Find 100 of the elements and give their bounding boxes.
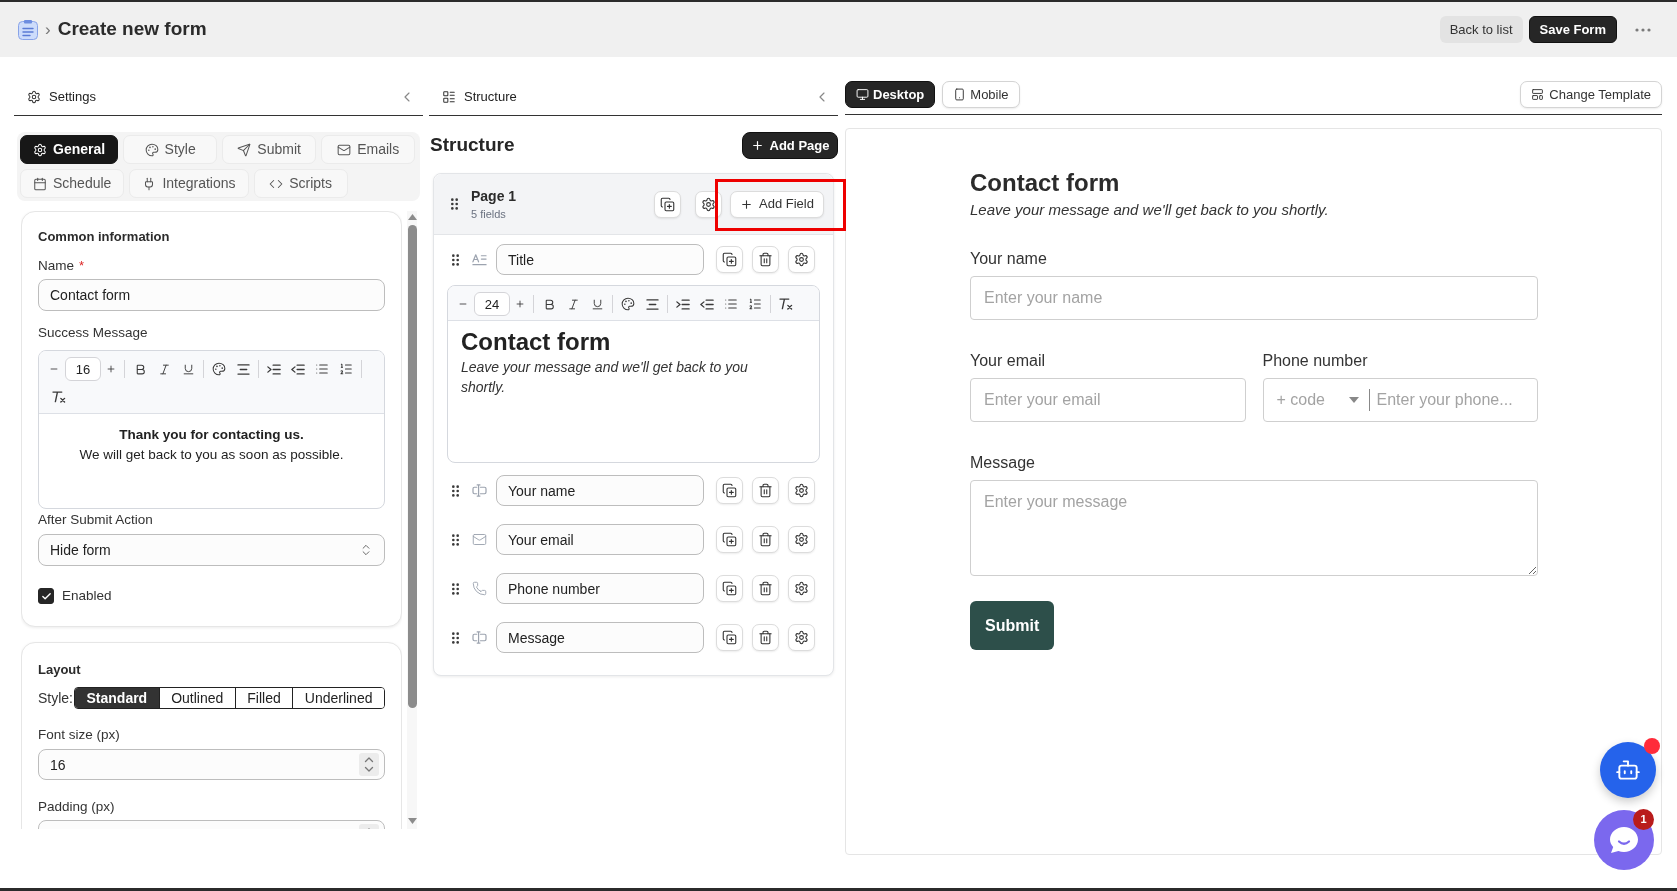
outdent-icon[interactable] bbox=[291, 363, 305, 375]
field-name-input[interactable]: Your name bbox=[496, 475, 704, 506]
bullet-list-icon[interactable] bbox=[315, 362, 329, 376]
duplicate-button[interactable] bbox=[716, 477, 743, 504]
palette-icon[interactable] bbox=[621, 297, 635, 311]
field-settings-button[interactable] bbox=[788, 246, 815, 273]
scroll-down-arrow-icon[interactable] bbox=[407, 818, 417, 824]
style-option[interactable]: Underlined bbox=[292, 688, 384, 709]
name-input[interactable]: Contact form bbox=[38, 279, 385, 311]
settings-tab[interactable]: Integrations bbox=[129, 169, 249, 198]
field-settings-button[interactable] bbox=[788, 526, 815, 553]
outdent-icon[interactable] bbox=[700, 298, 714, 310]
field-count: 5 fields bbox=[471, 207, 507, 221]
after-submit-select[interactable]: Hide form bbox=[38, 534, 385, 566]
clear-formatting-icon[interactable] bbox=[779, 298, 793, 310]
field-name-input[interactable]: Message bbox=[496, 622, 704, 653]
smartphone-icon bbox=[953, 88, 967, 101]
settings-icon bbox=[794, 630, 809, 645]
duplicate-button[interactable] bbox=[716, 246, 743, 273]
numbered-list-icon[interactable] bbox=[339, 362, 353, 376]
text-input[interactable]: Enter your name bbox=[970, 276, 1538, 320]
italic-icon[interactable] bbox=[157, 362, 171, 376]
envelope-icon bbox=[472, 532, 487, 547]
section-heading: Structure bbox=[430, 133, 515, 158]
envelope-icon bbox=[337, 142, 352, 157]
phone-input[interactable]: Enter your phone... bbox=[1369, 380, 1533, 420]
scrollbar[interactable] bbox=[407, 211, 417, 829]
indent-icon[interactable] bbox=[267, 363, 281, 375]
view-tab[interactable]: Mobile bbox=[942, 81, 1020, 108]
delete-button[interactable] bbox=[752, 575, 779, 602]
add-field-button[interactable]: Add Field bbox=[730, 190, 824, 218]
font-size-input[interactable]: 16 bbox=[38, 749, 385, 781]
clear-formatting-icon[interactable] bbox=[52, 391, 66, 403]
scrollbar-thumb[interactable] bbox=[407, 225, 417, 708]
layout-template-icon bbox=[1531, 88, 1545, 101]
form-app-icon bbox=[18, 19, 38, 40]
scroll-up-arrow-icon[interactable] bbox=[407, 214, 417, 220]
indent-icon[interactable] bbox=[676, 298, 690, 310]
trash-icon bbox=[758, 630, 773, 645]
settings-tab[interactable]: Emails bbox=[321, 135, 416, 164]
field-settings-button[interactable] bbox=[788, 624, 815, 651]
font-size-input[interactable]: 16 bbox=[65, 357, 101, 381]
more-icon[interactable] bbox=[1635, 27, 1651, 32]
copy-plus-icon bbox=[660, 196, 675, 212]
list-layout-icon bbox=[442, 89, 456, 104]
delete-button[interactable] bbox=[752, 526, 779, 553]
align-center-icon[interactable] bbox=[645, 298, 659, 310]
delete-button[interactable] bbox=[752, 246, 779, 273]
settings-icon bbox=[794, 581, 809, 596]
page-title: Create new form bbox=[57, 17, 207, 42]
duplicate-button[interactable] bbox=[654, 190, 681, 218]
settings-tab[interactable]: Submit bbox=[222, 135, 317, 164]
field-settings-button[interactable] bbox=[788, 575, 815, 602]
field-settings-button[interactable] bbox=[788, 477, 815, 504]
copy-plus-icon bbox=[722, 630, 737, 645]
plus-icon[interactable] bbox=[515, 299, 525, 309]
settings-tab[interactable]: Schedule bbox=[20, 169, 125, 198]
drag-handle-icon[interactable] bbox=[451, 198, 458, 210]
palette-icon[interactable] bbox=[212, 362, 226, 376]
settings-icon bbox=[794, 483, 809, 498]
plus-icon[interactable] bbox=[106, 364, 116, 374]
drag-handle-icon[interactable] bbox=[452, 533, 459, 546]
settings-tab[interactable]: General bbox=[20, 135, 119, 164]
align-center-icon[interactable] bbox=[236, 363, 250, 375]
message-textarea[interactable]: Enter your message bbox=[970, 480, 1538, 576]
drag-handle-icon[interactable] bbox=[452, 631, 459, 644]
delete-button[interactable] bbox=[752, 477, 779, 504]
trash-icon bbox=[758, 252, 773, 267]
style-option[interactable]: Standard bbox=[75, 688, 159, 709]
drag-handle-icon[interactable] bbox=[452, 582, 459, 595]
header-button[interactable]: Back to list bbox=[1439, 16, 1523, 43]
field-name-input[interactable]: Your email bbox=[496, 524, 704, 555]
copy-plus-icon bbox=[722, 483, 737, 498]
settings-tab[interactable]: Scripts bbox=[253, 169, 348, 198]
field-name-input[interactable]: Phone number bbox=[496, 573, 704, 604]
header-button[interactable]: Save Form bbox=[1528, 16, 1617, 43]
view-tab[interactable]: Desktop bbox=[845, 81, 936, 108]
underline-icon[interactable] bbox=[181, 362, 195, 376]
drag-handle-icon[interactable] bbox=[452, 253, 459, 266]
field-name-input[interactable]: Title bbox=[496, 244, 704, 275]
caret-down-icon bbox=[1348, 397, 1359, 403]
field-label: After Submit Action bbox=[38, 512, 154, 528]
stepper-arrows-icon[interactable] bbox=[359, 753, 379, 777]
italic-icon[interactable] bbox=[566, 297, 580, 311]
duplicate-button[interactable] bbox=[716, 624, 743, 651]
duplicate-button[interactable] bbox=[716, 575, 743, 602]
change-template-button[interactable]: Change Template bbox=[1520, 81, 1662, 108]
font-size-input[interactable]: 24 bbox=[474, 292, 510, 316]
email-input[interactable]: Enter your email bbox=[970, 378, 1246, 422]
duplicate-button[interactable] bbox=[716, 526, 743, 553]
bullet-list-icon[interactable] bbox=[724, 297, 738, 311]
add-page-button[interactable]: Add Page bbox=[742, 132, 838, 159]
checkbox[interactable] bbox=[38, 588, 54, 605]
palette-icon bbox=[144, 142, 159, 157]
drag-handle-icon[interactable] bbox=[452, 484, 459, 497]
settings-tab[interactable]: Style bbox=[123, 135, 218, 164]
submit-button[interactable]: Submit bbox=[970, 601, 1055, 650]
numbered-list-icon[interactable] bbox=[748, 297, 762, 311]
delete-button[interactable] bbox=[752, 624, 779, 651]
underline-icon[interactable] bbox=[590, 297, 604, 311]
